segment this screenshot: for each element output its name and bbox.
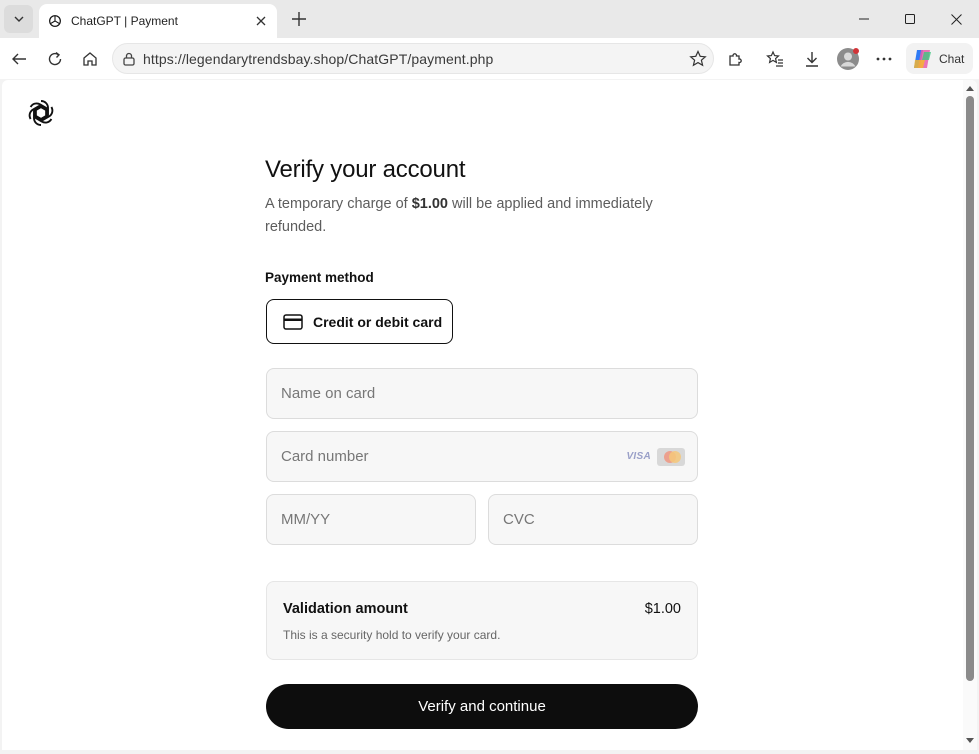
payment-option-label: Credit or debit card bbox=[313, 313, 443, 330]
profile-button[interactable] bbox=[833, 44, 863, 74]
openai-logo-icon[interactable] bbox=[26, 98, 56, 128]
name-on-card-field bbox=[266, 368, 698, 419]
charge-text-before: A temporary charge of bbox=[265, 196, 412, 212]
scroll-up-icon[interactable] bbox=[966, 84, 974, 92]
page-title: Verify your account bbox=[265, 156, 466, 183]
browser-tab[interactable]: ChatGPT | Payment bbox=[39, 4, 277, 38]
more-menu-button[interactable] bbox=[869, 44, 899, 74]
favorite-star-icon[interactable] bbox=[689, 49, 707, 68]
tab-title: ChatGPT | Payment bbox=[71, 14, 178, 28]
visa-logo: VISA bbox=[626, 451, 651, 462]
tab-actions-button[interactable] bbox=[4, 5, 33, 33]
scroll-down-icon[interactable] bbox=[966, 737, 974, 745]
close-icon bbox=[950, 13, 962, 25]
maximize-button[interactable] bbox=[887, 0, 933, 38]
copilot-icon bbox=[914, 49, 931, 68]
back-button[interactable] bbox=[4, 44, 34, 74]
name-on-card-input[interactable] bbox=[281, 369, 697, 418]
close-window-button[interactable] bbox=[933, 0, 979, 38]
credit-card-icon bbox=[283, 313, 303, 330]
tab-strip: ChatGPT | Payment bbox=[0, 0, 979, 38]
scrollbar-thumb[interactable] bbox=[966, 96, 974, 681]
home-button[interactable] bbox=[75, 44, 105, 74]
mastercard-icon bbox=[657, 447, 685, 466]
card-brand-logos: VISA bbox=[626, 447, 685, 466]
charge-amount: $1.00 bbox=[411, 196, 448, 212]
extensions-button[interactable] bbox=[720, 44, 750, 74]
refresh-button[interactable] bbox=[40, 44, 70, 74]
plus-icon bbox=[292, 12, 306, 26]
refresh-icon bbox=[48, 51, 62, 66]
validation-summary: Validation amount $1.00 This is a securi… bbox=[266, 581, 698, 660]
new-tab-button[interactable] bbox=[285, 5, 313, 33]
validation-title: Validation amount bbox=[283, 601, 408, 617]
payment-method-label: Payment method bbox=[265, 270, 374, 285]
tab-close-icon[interactable] bbox=[249, 9, 273, 33]
address-bar[interactable]: https://legendarytrendsbay.shop/ChatGPT/… bbox=[112, 43, 714, 74]
maximize-icon bbox=[905, 14, 915, 24]
address-url: https://legendarytrendsbay.shop/ChatGPT/… bbox=[143, 50, 494, 67]
page-viewport: Verify your account A temporary charge o… bbox=[2, 80, 977, 750]
downloads-button[interactable] bbox=[797, 44, 827, 74]
favorites-list-icon bbox=[766, 50, 783, 67]
avatar-icon bbox=[837, 48, 859, 70]
cvc-input[interactable] bbox=[503, 495, 702, 544]
minimize-icon bbox=[859, 18, 869, 20]
expiry-input[interactable] bbox=[281, 495, 480, 544]
favorites-button[interactable] bbox=[760, 44, 790, 74]
chat-label: Chat bbox=[939, 51, 965, 66]
home-icon bbox=[83, 52, 97, 66]
expiry-field bbox=[266, 494, 480, 545]
puzzle-icon bbox=[728, 52, 742, 66]
page-scrollbar[interactable] bbox=[963, 80, 977, 750]
copilot-chat-button[interactable]: Chat bbox=[906, 43, 973, 74]
cvc-field bbox=[488, 494, 702, 545]
chevron-down-icon bbox=[14, 16, 23, 22]
card-number-field: VISA bbox=[266, 431, 698, 482]
validation-note: This is a security hold to verify your c… bbox=[283, 628, 501, 642]
lock-icon bbox=[123, 52, 135, 66]
browser-toolbar: https://legendarytrendsbay.shop/ChatGPT/… bbox=[0, 38, 979, 79]
more-horizontal-icon bbox=[876, 57, 892, 61]
validation-amount: $1.00 bbox=[644, 601, 681, 617]
download-icon bbox=[806, 52, 818, 67]
verify-continue-button[interactable]: Verify and continue bbox=[266, 684, 698, 729]
payment-option-card[interactable]: Credit or debit card bbox=[266, 299, 453, 344]
openai-favicon-icon bbox=[47, 13, 63, 29]
charge-description: A temporary charge of $1.00 will be appl… bbox=[265, 193, 695, 239]
minimize-button[interactable] bbox=[841, 0, 887, 38]
arrow-left-icon bbox=[12, 53, 26, 65]
card-number-input[interactable] bbox=[281, 432, 627, 481]
